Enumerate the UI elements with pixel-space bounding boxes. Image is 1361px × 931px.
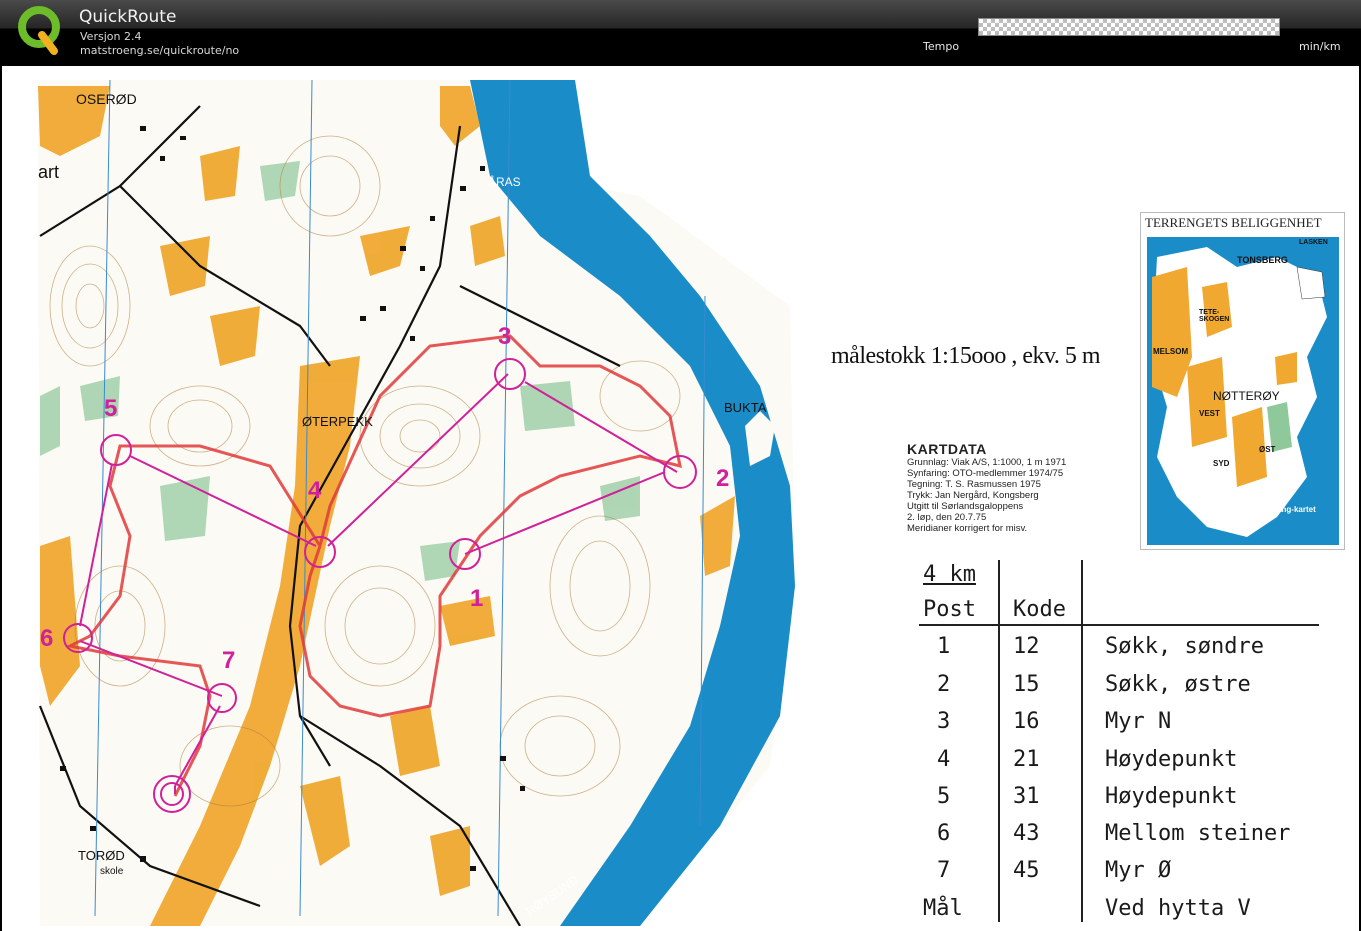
inset-label-tonsberg: TONSBERG <box>1237 255 1288 265</box>
table-row-kode: 16 <box>1013 709 1040 734</box>
place-oterpekk: ØTERPEKK <box>302 414 373 429</box>
inset-label-melsom: MELSOM <box>1153 347 1189 356</box>
control-number-3: 3 <box>498 323 511 350</box>
table-row-desc: Søkk, østre <box>1105 672 1251 697</box>
place-art: art <box>38 162 59 182</box>
table-row-desc: Myr Ø <box>1105 858 1172 883</box>
control-number-6: 6 <box>40 625 53 652</box>
kartdata-line: Utgitt til Sørlandsgaloppens <box>907 501 1024 512</box>
table-divider <box>1081 560 1083 922</box>
table-row-desc: Myr N <box>1105 709 1172 734</box>
table-row-desc: Søkk, søndre <box>1105 634 1264 659</box>
tempo-unit-label: min/km <box>1299 40 1341 53</box>
kartdata-title: KARTDATA <box>907 441 987 457</box>
inset-title: TERRENGETS BELIGGENHET <box>1145 215 1322 230</box>
app-url[interactable]: matstroeng.se/quickroute/no <box>80 44 239 57</box>
kartdata-line: Tegning: T. S. Rasmussen 1975 <box>907 479 1041 490</box>
kartdata-box: KARTDATA Grunnlag: Viak A/S, 1:1000, 1 m… <box>907 441 1067 545</box>
quickroute-logo-icon <box>18 6 60 55</box>
place-torod: TORØD <box>78 848 125 863</box>
place-bukta: BUKTA <box>724 400 767 415</box>
table-divider <box>919 624 1319 626</box>
kartdata-line: Trykk: Jan Nergård, Kongsberg <box>907 490 1039 501</box>
inset-label-lasken: LASKEN <box>1299 239 1328 246</box>
tempo-label: Tempo <box>923 40 960 53</box>
inset-location-map: TERRENGETS BELIGGENHET LASKEN TONSBERG T… <box>1140 212 1345 550</box>
tempo-color-bar[interactable] <box>978 18 1280 36</box>
table-row-post: 6 <box>937 821 951 846</box>
table-row-post: 1 <box>937 634 951 659</box>
kartdata-line: Synfaring: OTO-medlemmer 1974/75 <box>907 468 1064 479</box>
place-aras: ÅRAS <box>488 174 521 189</box>
place-skole: skole <box>100 866 124 877</box>
table-row-post: Mål <box>923 896 963 921</box>
table-row-desc: Høydepunkt <box>1105 747 1238 772</box>
inset-label-notteroy: NØTTERØY <box>1213 389 1280 403</box>
table-row-post: 3 <box>937 709 951 734</box>
table-row-kode: 45 <box>1013 858 1040 883</box>
table-row-kode: 21 <box>1013 747 1040 772</box>
table-row-desc: Mellom steiner <box>1105 821 1291 846</box>
inset-label-vest: VEST <box>1199 409 1220 418</box>
inset-label-teteskogen: TETE-SKOGEN <box>1199 309 1230 323</box>
table-header-post: Post <box>923 597 976 622</box>
table-row-post: 5 <box>937 784 951 809</box>
control-number-2: 2 <box>716 465 729 492</box>
app-version: Versjon 2.4 <box>80 30 142 43</box>
kartdata-line: Meridianer korrigert for misv. <box>907 523 1028 534</box>
map-scale-text: målestokk 1:15ooo , ekv. 5 m <box>831 343 1101 369</box>
kartdata-line: Grunnlag: Viak A/S, 1:1000, 1 m 1971 <box>907 457 1067 468</box>
table-distance: 4 km <box>923 562 976 587</box>
table-header-kode: Kode <box>1013 597 1066 622</box>
place-oserod: OSERØD <box>76 91 137 107</box>
inset-label-tjome: Til TJØME og Solvang-kartet <box>1207 505 1316 514</box>
table-row-kode: 43 <box>1013 821 1040 846</box>
table-row-post: 4 <box>937 747 951 772</box>
table-row-desc: Høydepunkt <box>1105 784 1238 809</box>
table-divider <box>998 560 1000 922</box>
control-description-table: 4 km Post Kode 1 12 Søkk, søndre 2 15 Sø… <box>919 560 1319 922</box>
table-row-kode: 12 <box>1013 634 1040 659</box>
table-row-kode: 15 <box>1013 672 1040 697</box>
control-number-5: 5 <box>104 395 117 422</box>
control-number-7: 7 <box>222 647 235 674</box>
table-row-desc: Ved hytta V <box>1105 896 1251 921</box>
table-row-kode: 31 <box>1013 784 1040 809</box>
control-number-1: 1 <box>470 585 483 612</box>
app-title: QuickRoute <box>79 7 177 27</box>
inset-label-syd: SYD <box>1213 459 1230 468</box>
app-header: QuickRoute Versjon 2.4 matstroeng.se/qui… <box>0 0 1361 66</box>
kartdata-line: 2. løp, den 20.7.75 <box>907 512 987 523</box>
orienteering-map[interactable]: 1 2 3 4 5 6 7 OSERØD art ÅRAS ØTERPEKK B… <box>0 66 810 926</box>
table-row-post: 7 <box>937 858 951 883</box>
table-row-post: 2 <box>937 672 951 697</box>
control-number-4: 4 <box>308 477 322 504</box>
inset-label-ost: ØST <box>1259 445 1276 454</box>
